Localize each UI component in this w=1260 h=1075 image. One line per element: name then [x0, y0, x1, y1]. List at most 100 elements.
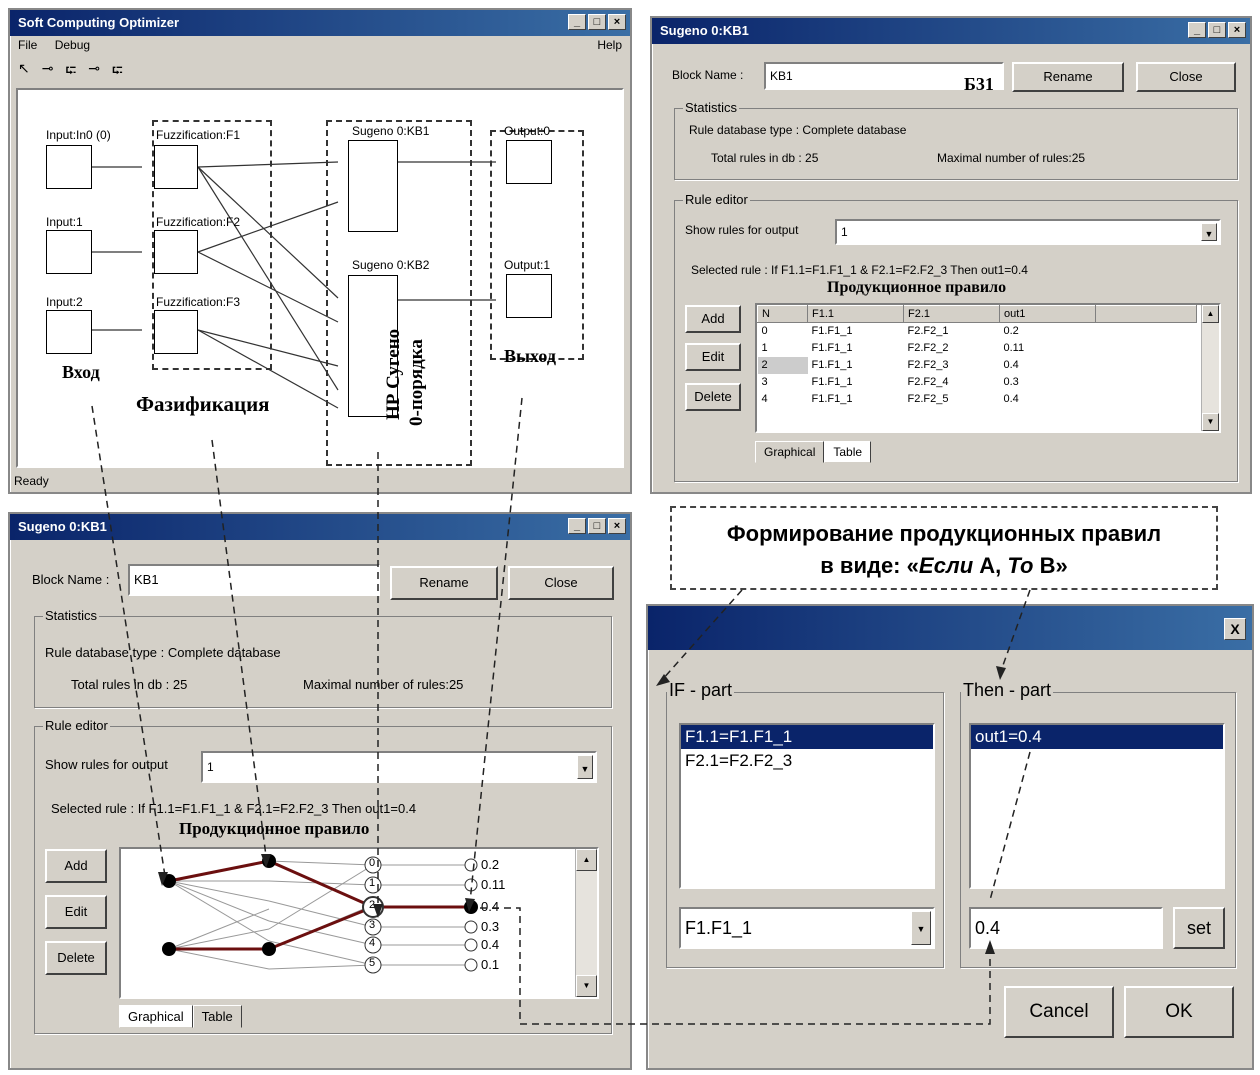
list-item[interactable]: F1.1=F1.F1_1: [681, 725, 933, 749]
chevron-down-icon[interactable]: ▼: [577, 755, 593, 779]
close-dialog-button[interactable]: Close: [1136, 62, 1236, 92]
rename-button[interactable]: Rename: [1012, 62, 1124, 92]
block-name-field[interactable]: KB1: [128, 564, 380, 596]
then-value-field[interactable]: 0.4: [969, 907, 1163, 949]
close-button[interactable]: ×: [608, 518, 626, 534]
tab-table[interactable]: Table: [192, 1005, 242, 1028]
db-type-text: Rule database type : Complete database: [45, 645, 281, 660]
table-row[interactable]: 0 F1.F1_1 F2.F2_1 0.2: [758, 323, 1197, 340]
chevron-down-icon[interactable]: ▼: [911, 911, 931, 945]
rule-editor-label: Rule editor: [43, 718, 110, 733]
input1-node[interactable]: [46, 230, 92, 274]
kb-top-titlebar: Sugeno 0:KB1 _ □ ×: [652, 18, 1250, 44]
tab-table[interactable]: Table: [824, 441, 872, 463]
tab-graphical[interactable]: Graphical: [119, 1005, 193, 1028]
list-item[interactable]: out1=0.4: [971, 725, 1223, 749]
close-button[interactable]: ×: [608, 14, 626, 30]
table-header: N F1.1 F2.1 out1: [757, 305, 1197, 323]
set-button[interactable]: set: [1173, 907, 1225, 949]
table-row[interactable]: 1 F1.F1_1 F2.F2_2 0.11: [758, 340, 1197, 357]
output0-node[interactable]: [506, 140, 552, 184]
input-caption: Вход: [62, 362, 100, 382]
ok-button[interactable]: OK: [1124, 986, 1234, 1038]
statistics-group: Statistics Rule database type : Complete…: [34, 608, 612, 708]
scroll-down-icon[interactable]: ▼: [1202, 413, 1219, 431]
minimize-button[interactable]: _: [568, 14, 586, 30]
table-scrollbar[interactable]: ▲ ▼: [1201, 305, 1219, 431]
tab-graphical[interactable]: Graphical: [755, 441, 825, 463]
input0-label: Input:In0 (0): [46, 128, 111, 142]
table-row[interactable]: 3 F1.F1_1 F2.F2_4 0.3: [758, 374, 1197, 391]
column-header[interactable]: out1: [999, 305, 1096, 323]
minimize-button[interactable]: _: [568, 518, 586, 534]
maximize-button[interactable]: □: [588, 14, 606, 30]
delete-rule-button[interactable]: Delete: [685, 383, 741, 411]
graph-scrollbar[interactable]: ▲ ▼: [575, 849, 597, 997]
output-tool-icon[interactable]: ⮓: [112, 60, 123, 86]
close-dialog-button[interactable]: Close: [508, 566, 614, 600]
fuzz1-node[interactable]: [154, 145, 198, 189]
graph-node-label: 4: [369, 937, 376, 949]
maximize-button[interactable]: □: [1208, 22, 1226, 38]
cell: 0.3: [1003, 376, 1019, 388]
main-title: Soft Computing Optimizer: [18, 15, 180, 30]
table-row[interactable]: 2 F1.F1_1 F2.F2_3 0.4: [757, 356, 1197, 374]
input-tool-icon[interactable]: ⊸: [42, 60, 54, 86]
column-header[interactable]: N: [757, 305, 808, 323]
if-part-list[interactable]: F1.1=F1.F1_1 F2.1=F2.F2_3: [679, 723, 935, 889]
main-titlebar: Soft Computing Optimizer _ □ ×: [10, 10, 630, 36]
maximize-button[interactable]: □: [588, 518, 606, 534]
close-icon[interactable]: X: [1224, 618, 1246, 640]
input0-node[interactable]: [46, 145, 92, 189]
input2-node[interactable]: [46, 310, 92, 354]
column-header[interactable]: F2.1: [903, 305, 1000, 323]
if-part-select[interactable]: F1.F1_1 ▼: [679, 907, 935, 949]
minimize-button[interactable]: _: [1188, 22, 1206, 38]
then-part-group: Then - part out1=0.4 0.4 set: [960, 680, 1236, 968]
scroll-up-icon[interactable]: ▲: [1202, 305, 1219, 323]
add-rule-button[interactable]: Add: [45, 849, 107, 883]
statistics-label: Statistics: [683, 100, 740, 115]
show-rules-label: Show rules for output: [45, 757, 168, 772]
pointer-tool-icon[interactable]: ↖: [18, 60, 30, 86]
output0-label: Output:0: [504, 124, 551, 138]
cell: 4: [761, 393, 768, 405]
edit-rule-button[interactable]: Edit: [685, 343, 741, 371]
show-rules-select[interactable]: 1 ▼: [201, 751, 597, 783]
edit-rule-button[interactable]: Edit: [45, 895, 107, 929]
menu-help[interactable]: Help: [597, 38, 622, 52]
fuzz3-node[interactable]: [154, 310, 198, 354]
output1-node[interactable]: [506, 274, 552, 318]
menu-bar: File Debug Help: [18, 38, 622, 58]
close-button[interactable]: ×: [1228, 22, 1246, 38]
column-header[interactable]: F1.1: [807, 305, 904, 323]
rules-graph[interactable]: 0 1 2 3 4 5 0.2 0.11 0.4 0.3 0.4 0.1 ▲ ▼: [119, 847, 599, 999]
diagram-canvas[interactable]: Input:In0 (0) Input:1 Input:2 Fuzzificat…: [16, 88, 624, 468]
if-select-value: F1.F1_1: [685, 918, 753, 938]
rules-table[interactable]: N F1.1 F2.1 out1 0 F1.F1_1 F2.F2_1 0.2 1 F1.…: [755, 303, 1221, 433]
then-part-list[interactable]: out1=0.4: [969, 723, 1225, 889]
rename-button[interactable]: Rename: [390, 566, 498, 600]
rule-editor-group: Rule editor Show rules for output 1 ▼ Sel…: [34, 718, 612, 1034]
graph-node-label: 0: [369, 857, 376, 869]
scroll-up-icon[interactable]: ▲: [576, 849, 597, 871]
cell: F1.F1_1: [811, 325, 853, 338]
cell: F2.F2_3: [907, 359, 949, 371]
menu-file[interactable]: File: [18, 38, 37, 52]
fuzzify-tool-icon[interactable]: ⮓: [65, 60, 76, 86]
link-tool-icon[interactable]: ⊸: [88, 60, 100, 86]
list-item[interactable]: F2.1=F2.F2_3: [681, 749, 933, 773]
show-rules-select[interactable]: 1 ▼: [835, 219, 1221, 245]
fuzz2-node[interactable]: [154, 230, 198, 274]
sugeno1-node[interactable]: [348, 140, 398, 232]
cancel-button[interactable]: Cancel: [1004, 986, 1114, 1038]
callout-line1: Формирование продукционных правил: [726, 521, 1162, 546]
menu-debug[interactable]: Debug: [55, 38, 90, 52]
scroll-down-icon[interactable]: ▼: [576, 975, 597, 997]
table-row[interactable]: 4 F1.F1_1 F2.F2_5 0.4: [758, 391, 1197, 408]
rule-dialog: X IF - part F1.1=F1.F1_1 F2.1=F2.F2_3 F1…: [646, 604, 1254, 1070]
chevron-down-icon[interactable]: ▼: [1201, 223, 1217, 241]
delete-rule-button[interactable]: Delete: [45, 941, 107, 975]
add-rule-button[interactable]: Add: [685, 305, 741, 333]
cell: F1.F1_1: [811, 342, 853, 354]
